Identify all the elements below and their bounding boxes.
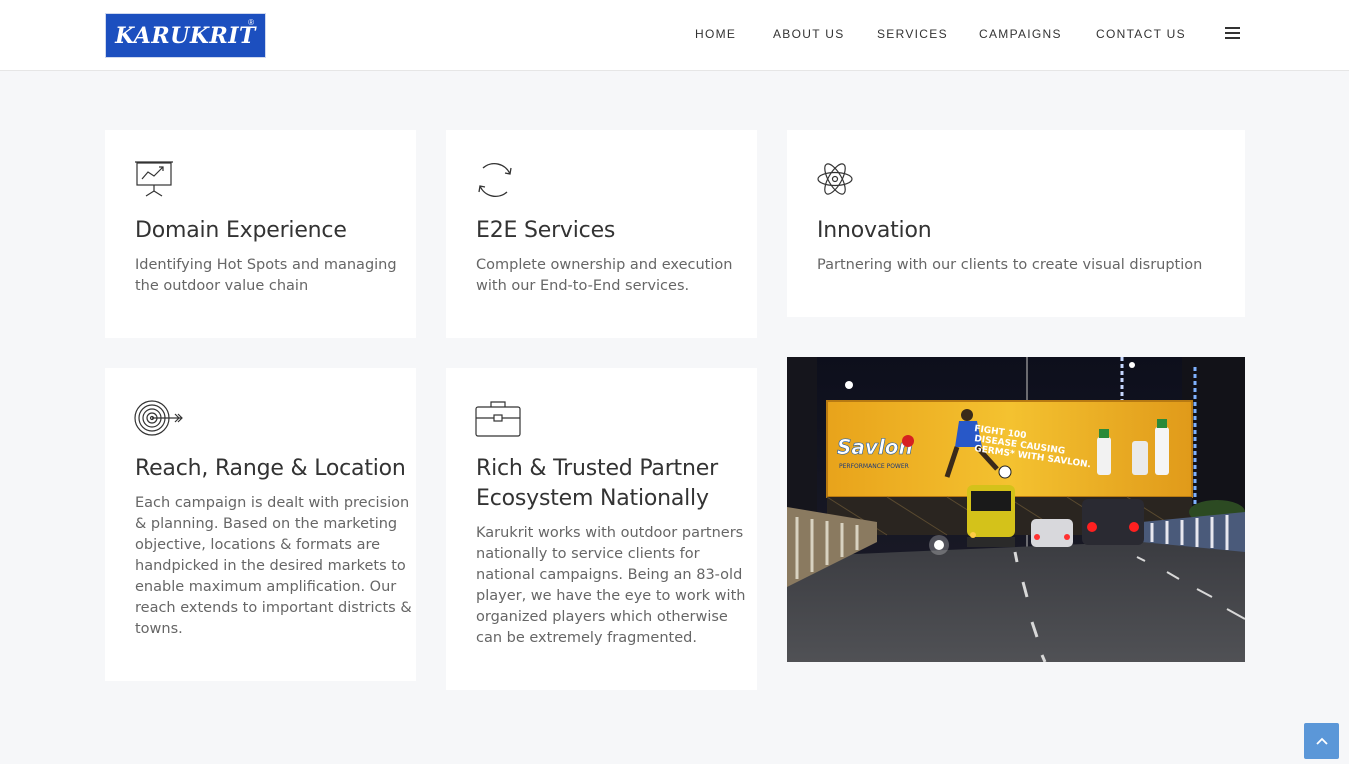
card-text-line: nationally to service clients for [476,546,700,562]
card-text-line: player, we have the eye to work with [476,588,746,604]
target-arrow-icon [134,400,183,436]
billboard-brand: Savlon [837,435,913,459]
hamburger-icon[interactable] [1225,27,1240,40]
card-title: Rich & Trusted Partner Ecosystem Nationa… [476,454,718,514]
atom-icon [817,163,853,195]
nav-services[interactable]: SERVICES [877,27,948,41]
briefcase-icon [475,401,521,437]
card-text: Complete ownership and execution with ou… [476,255,732,297]
scroll-top-button[interactable] [1304,723,1339,759]
logo[interactable]: KARUKRIT ® [105,13,266,58]
card-text-line: Karukrit works with outdoor partners [476,525,744,541]
card-text-line: towns. [135,621,183,637]
card-text-line: organized players which otherwise [476,609,728,625]
card-title: Domain Experience [135,218,347,243]
card-title: Reach, Range & Location [135,456,406,481]
card-title: Innovation [817,218,932,243]
card-text-line: with our End-to-End services. [476,278,690,294]
chevron-up-icon [1315,737,1328,745]
billboard-photo: Savlon PERFORMANCE POWER FIGHT 100 DISEA… [787,357,1245,662]
card-text-line: handpicked in the desired markets to [135,558,406,574]
card-text-line: can be extremely fragmented. [476,630,697,646]
card-innovation: Innovation Partnering with our clients t… [787,130,1245,317]
card-text-line: objective, locations & formats are [135,537,381,553]
nav-about-us[interactable]: ABOUT US [773,27,845,41]
billboard-scene: Savlon PERFORMANCE POWER FIGHT 100 DISEA… [787,357,1245,662]
card-domain-experience: Domain Experience Identifying Hot Spots … [105,130,416,338]
card-text-line: enable maximum amplification. Our [135,579,397,595]
card-title-line: Rich & Trusted Partner [476,456,718,481]
card-text-line: Each campaign is dealt with precision [135,495,410,511]
card-text: Partnering with our clients to create vi… [817,255,1202,276]
site-header: KARUKRIT ® HOME ABOUT US SERVICES CAMPAI… [0,0,1349,71]
card-text-line: national campaigns. Being an 83-old [476,567,743,583]
card-text-line: Complete ownership and execution [476,257,733,273]
card-text: Identifying Hot Spots and managing the o… [135,255,397,297]
card-text-line: reach extends to important districts & [135,600,412,616]
card-text: Each campaign is dealt with precision & … [135,493,412,640]
refresh-cycle-icon [478,163,512,197]
presentation-chart-icon [135,161,173,197]
card-title-line: Ecosystem Nationally [476,486,709,511]
card-text: Karukrit works with outdoor partners nat… [476,523,745,649]
card-text-line: the outdoor value chain [135,278,309,294]
nav-contact-us[interactable]: CONTACT US [1096,27,1186,41]
registered-mark: ® [248,18,254,27]
card-text-line: Partnering with our clients to create vi… [817,257,1203,273]
billboard-tagline: PERFORMANCE POWER [839,463,909,470]
logo-text: KARUKRIT [115,22,256,49]
card-text-line: & planning. Based on the marketing [135,516,398,532]
card-title: E2E Services [476,218,616,243]
card-reach-range-location: Reach, Range & Location Each campaign is… [105,368,416,681]
nav-campaigns[interactable]: CAMPAIGNS [979,27,1062,41]
card-text-line: Identifying Hot Spots and managing [135,257,397,273]
card-e2e-services: E2E Services Complete ownership and exec… [446,130,757,338]
card-trusted-partner: Rich & Trusted Partner Ecosystem Nationa… [446,368,757,690]
nav-home[interactable]: HOME [695,27,736,41]
